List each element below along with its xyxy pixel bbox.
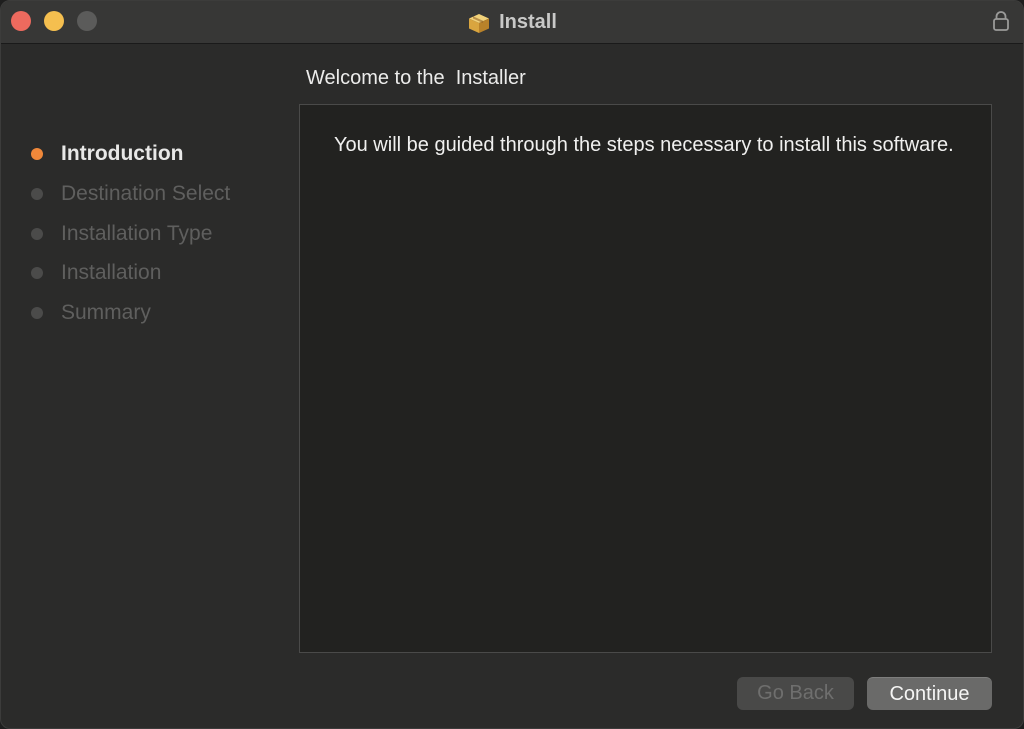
step-label: Introduction xyxy=(61,142,184,165)
step-indicator-dot xyxy=(31,148,43,160)
window-title-group: Install xyxy=(1,1,1023,44)
title-bar[interactable]: Install xyxy=(1,1,1023,44)
page-heading: Welcome to the Installer xyxy=(306,67,526,89)
step-label: Installation xyxy=(61,261,162,284)
step-installation: Installation xyxy=(31,258,161,288)
step-label: Summary xyxy=(61,301,151,324)
step-indicator-dot xyxy=(31,307,43,319)
step-indicator-dot xyxy=(31,188,43,200)
go-back-button[interactable]: Go Back xyxy=(737,677,854,710)
step-destination-select: Destination Select xyxy=(31,179,230,209)
window-title: Install xyxy=(499,11,557,33)
step-indicator-dot xyxy=(31,267,43,279)
steps-sidebar: Introduction Destination Select Installa… xyxy=(1,45,299,728)
step-introduction: Introduction xyxy=(31,139,183,169)
package-icon xyxy=(469,13,490,33)
step-label: Destination Select xyxy=(61,182,231,205)
installer-window: Install Introduction Destination Select … xyxy=(0,0,1024,729)
step-installation-type: Installation Type xyxy=(31,219,212,249)
intro-text: You will be guided through the steps nec… xyxy=(334,134,954,156)
step-label: Installation Type xyxy=(61,222,213,245)
step-indicator-dot xyxy=(31,228,43,240)
content-panel[interactable]: You will be guided through the steps nec… xyxy=(299,104,992,653)
continue-button[interactable]: Continue xyxy=(867,677,992,710)
step-summary: Summary xyxy=(31,298,151,328)
lock-icon[interactable] xyxy=(991,10,1011,32)
